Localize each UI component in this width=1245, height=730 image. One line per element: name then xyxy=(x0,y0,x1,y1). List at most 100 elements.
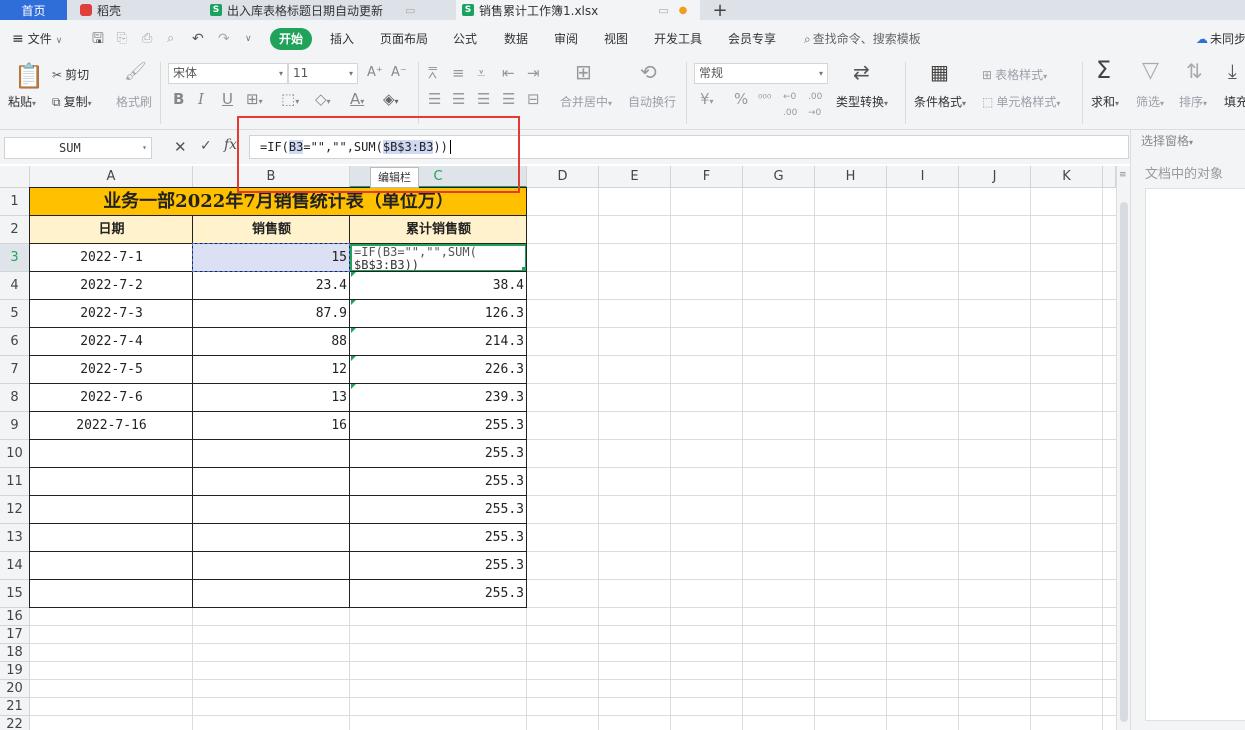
italic-icon[interactable]: I xyxy=(198,91,204,107)
date-cell[interactable] xyxy=(30,440,193,468)
tab-doc-inventory[interactable]: S 出入库表格标题日期自动更新 ▭ xyxy=(204,0,446,20)
row-header-16[interactable]: 16 xyxy=(0,608,30,626)
date-cell[interactable]: 2022-7-2 xyxy=(30,272,193,300)
decrease-decimal-icon[interactable]: .00 →0 xyxy=(808,89,822,121)
cumulative-cell[interactable]: 126.3 xyxy=(350,300,524,328)
bold-icon[interactable]: B xyxy=(173,91,184,107)
header-cell[interactable]: 销售额 xyxy=(193,216,350,244)
tab-home[interactable]: 首页 xyxy=(0,0,67,20)
cumulative-cell[interactable]: 226.3 xyxy=(350,356,524,384)
monitor-icon[interactable]: ▭ xyxy=(658,4,668,17)
increase-indent-icon[interactable]: ⇥ xyxy=(527,65,540,81)
tab-formula[interactable]: 公式 xyxy=(453,20,477,58)
sales-cell[interactable] xyxy=(193,496,347,524)
copy-button[interactable]: ⧉ 复制▾ xyxy=(52,93,92,110)
undo-icon[interactable]: ↶ xyxy=(192,20,204,58)
cumulative-cell[interactable]: 255.3 xyxy=(350,524,524,552)
column-header-J[interactable]: J xyxy=(959,166,1031,188)
cumulative-cell[interactable]: 255.3 xyxy=(350,412,524,440)
scroll-split-icon[interactable]: ≡ xyxy=(1119,170,1128,180)
sales-cell[interactable] xyxy=(193,468,347,496)
column-header-G[interactable]: G xyxy=(743,166,815,188)
date-cell[interactable]: 2022-7-6 xyxy=(30,384,193,412)
cut-button[interactable]: ✂ 剪切 xyxy=(52,66,89,83)
date-cell[interactable]: 2022-7-3 xyxy=(30,300,193,328)
number-format-select[interactable]: 常规 ▾ xyxy=(694,63,828,84)
date-cell[interactable]: 2022-7-5 xyxy=(30,356,193,384)
tab-data[interactable]: 数据 xyxy=(504,20,528,58)
date-cell[interactable]: 2022-7-16 xyxy=(30,412,193,440)
header-cell[interactable]: 累计销售额 xyxy=(350,216,527,244)
row-header-22[interactable]: 22 xyxy=(0,716,30,730)
date-cell[interactable] xyxy=(30,468,193,496)
save-icon[interactable]: 🖫 xyxy=(92,20,104,58)
align-center-icon[interactable]: ☰ xyxy=(452,91,465,107)
underline-icon[interactable]: U xyxy=(222,91,233,107)
cell-style-button[interactable]: ⬚ 单元格样式▾ xyxy=(982,93,1060,110)
column-header-A[interactable]: A xyxy=(30,166,193,188)
row-header-12[interactable]: 12 xyxy=(0,496,30,524)
fill-button[interactable]: 填充 xyxy=(1224,93,1245,110)
row-header-10[interactable]: 10 xyxy=(0,440,30,468)
increase-decimal-icon[interactable]: ←0.00 xyxy=(783,89,797,121)
row-header-18[interactable]: 18 xyxy=(0,644,30,662)
sales-cell[interactable]: 16 xyxy=(193,412,347,440)
column-header-F[interactable]: F xyxy=(671,166,743,188)
header-cell[interactable]: 日期 xyxy=(30,216,193,244)
tab-page-layout[interactable]: 页面布局 xyxy=(380,20,428,58)
row-header-15[interactable]: 15 xyxy=(0,580,30,608)
cumulative-cell[interactable]: 214.3 xyxy=(350,328,524,356)
tab-doc-sales[interactable]: S 销售累计工作簿1.xlsx ▭ ● xyxy=(456,0,700,20)
objects-list[interactable] xyxy=(1145,188,1245,721)
sales-cell[interactable] xyxy=(193,580,347,608)
row-header-5[interactable]: 5 xyxy=(0,300,30,328)
date-cell[interactable] xyxy=(30,580,193,608)
thousands-icon[interactable]: ⁰⁰⁰ xyxy=(758,91,771,107)
sync-status[interactable]: ☁ 未同步 xyxy=(1196,20,1245,58)
column-header-partial[interactable] xyxy=(1103,166,1116,188)
row-header-4[interactable]: 4 xyxy=(0,272,30,300)
wrap-text-button[interactable]: 自动换行 xyxy=(628,93,676,110)
eraser-icon[interactable]: ◈▾ xyxy=(383,91,399,110)
filter-button[interactable]: 筛选▾ xyxy=(1136,93,1164,110)
date-cell[interactable] xyxy=(30,524,193,552)
table-style-button[interactable]: ⊞ 表格样式▾ xyxy=(982,66,1047,83)
tab-daoke[interactable]: 稻壳 xyxy=(74,0,194,20)
row-header-17[interactable]: 17 xyxy=(0,626,30,644)
sales-cell[interactable] xyxy=(193,524,347,552)
row-header-21[interactable]: 21 xyxy=(0,698,30,716)
insert-function-icon[interactable]: fx xyxy=(224,137,237,153)
align-middle-icon[interactable]: ≡ xyxy=(452,65,465,81)
date-cell[interactable] xyxy=(30,496,193,524)
redo-icon[interactable]: ↷ xyxy=(218,20,230,58)
decrease-indent-icon[interactable]: ⇤ xyxy=(502,65,515,81)
tab-insert[interactable]: 插入 xyxy=(330,20,354,58)
format-painter-button[interactable]: 格式刷 xyxy=(116,93,152,110)
row-header-1[interactable]: 1 xyxy=(0,188,30,216)
row-header-20[interactable]: 20 xyxy=(0,680,30,698)
sales-cell[interactable]: 12 xyxy=(193,356,347,384)
distributed-icon[interactable]: ⊟ xyxy=(527,91,540,107)
cancel-icon[interactable]: ✕ xyxy=(174,138,187,156)
column-header-D[interactable]: D xyxy=(527,166,599,188)
date-cell[interactable]: 2022-7-4 xyxy=(30,328,193,356)
new-tab-button[interactable]: + xyxy=(710,0,730,20)
cumulative-cell[interactable]: 255.3 xyxy=(350,468,524,496)
vertical-scrollbar[interactable]: ≡ xyxy=(1116,166,1130,730)
percent-icon[interactable]: % xyxy=(734,91,748,107)
row-header-7[interactable]: 7 xyxy=(0,356,30,384)
align-bottom-icon[interactable]: ⩡ xyxy=(477,65,485,81)
sales-cell[interactable]: 88 xyxy=(193,328,347,356)
date-cell[interactable] xyxy=(30,552,193,580)
confirm-icon[interactable]: ✓ xyxy=(200,138,212,154)
sum-button[interactable]: 求和▾ xyxy=(1091,93,1119,110)
merge-center-button[interactable]: 合并居中▾ xyxy=(560,93,612,110)
sort-button[interactable]: 排序▾ xyxy=(1179,93,1207,110)
column-header-K[interactable]: K xyxy=(1031,166,1103,188)
select-all-corner[interactable] xyxy=(0,166,30,188)
export-icon[interactable]: ⎘ xyxy=(117,20,127,58)
file-menu[interactable]: ≡ 文件 ∨ xyxy=(12,20,62,58)
paste-button[interactable]: 粘贴▾ xyxy=(8,93,36,110)
cumulative-cell[interactable]: 239.3 xyxy=(350,384,524,412)
font-color-icon[interactable]: A▾ xyxy=(350,91,364,110)
